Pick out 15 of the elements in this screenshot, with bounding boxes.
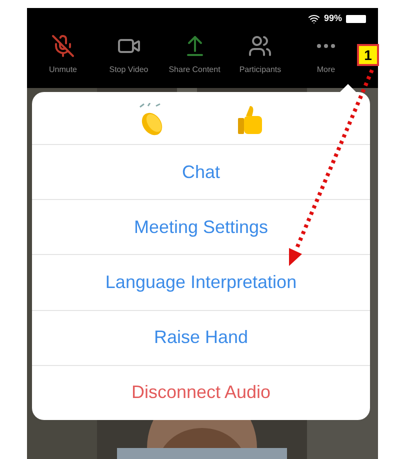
callout-number: 1 — [357, 44, 379, 66]
toolbar-button[interactable]: Share Content — [166, 34, 222, 76]
toolbar-button[interactable]: Stop Video — [100, 34, 157, 76]
thumbs-up-icon[interactable] — [236, 104, 264, 136]
toolbar-button[interactable]: Participants — [232, 34, 288, 76]
toolbar-button[interactable]: Unmute — [35, 34, 91, 76]
more-icon — [317, 44, 335, 48]
menu-item[interactable]: Disconnect Audio — [32, 364, 370, 420]
participants-icon — [248, 34, 272, 58]
battery-icon — [346, 15, 366, 23]
menu-item[interactable]: Raise Hand — [32, 310, 370, 365]
muted-microphone-icon — [51, 34, 75, 58]
menu-item[interactable]: Chat — [32, 144, 370, 200]
battery-percentage: 99% — [324, 12, 342, 26]
toolbar-button[interactable]: More — [298, 34, 354, 76]
